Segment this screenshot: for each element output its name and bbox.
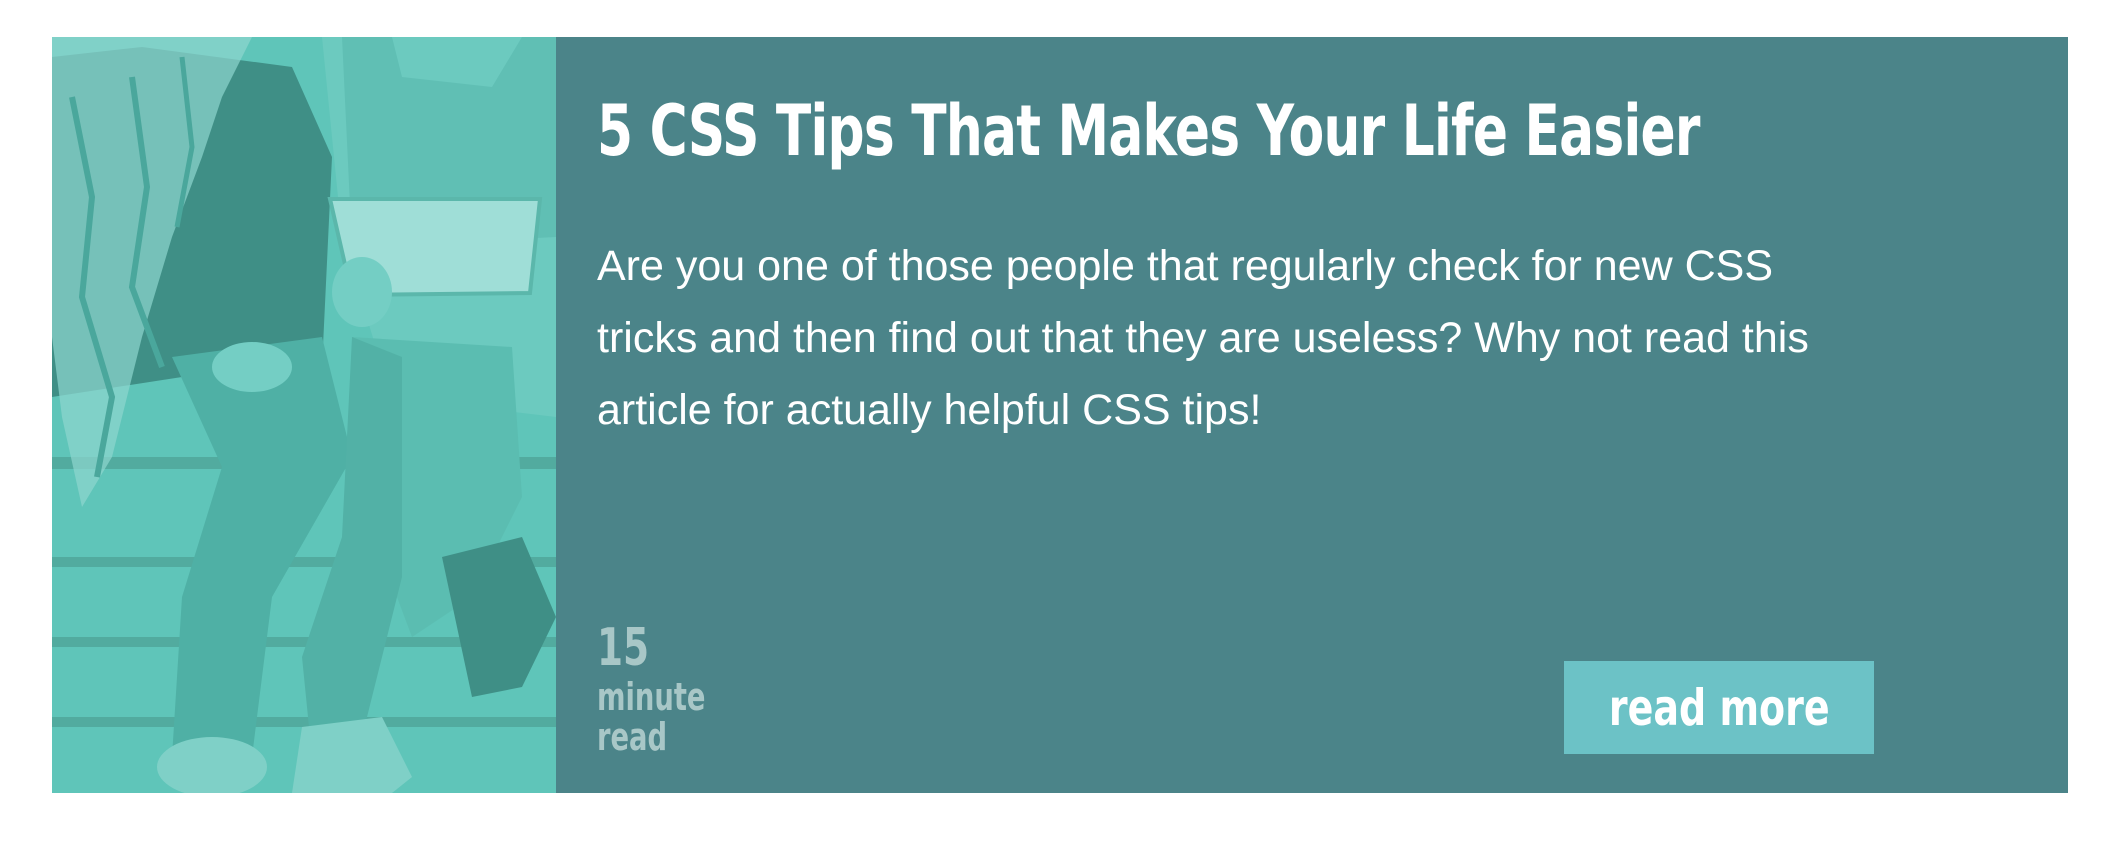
read-more-button[interactable]: read more [1564,661,1874,754]
read-time-value: 15 [597,618,650,678]
read-time-unit: minute [597,675,706,719]
article-title: 5 CSS Tips That Makes Your Life Easier [597,90,1700,172]
read-time-unit-suffix: read [597,715,668,759]
people-sitting-on-steps-image [52,37,556,793]
article-photo [52,37,556,793]
read-more-label: read more [1608,678,1830,737]
article-card: 5 CSS Tips That Makes Your Life Easier A… [52,37,2068,793]
read-time: 15 minute read [597,619,705,757]
article-description: Are you one of those people that regular… [597,242,1809,434]
